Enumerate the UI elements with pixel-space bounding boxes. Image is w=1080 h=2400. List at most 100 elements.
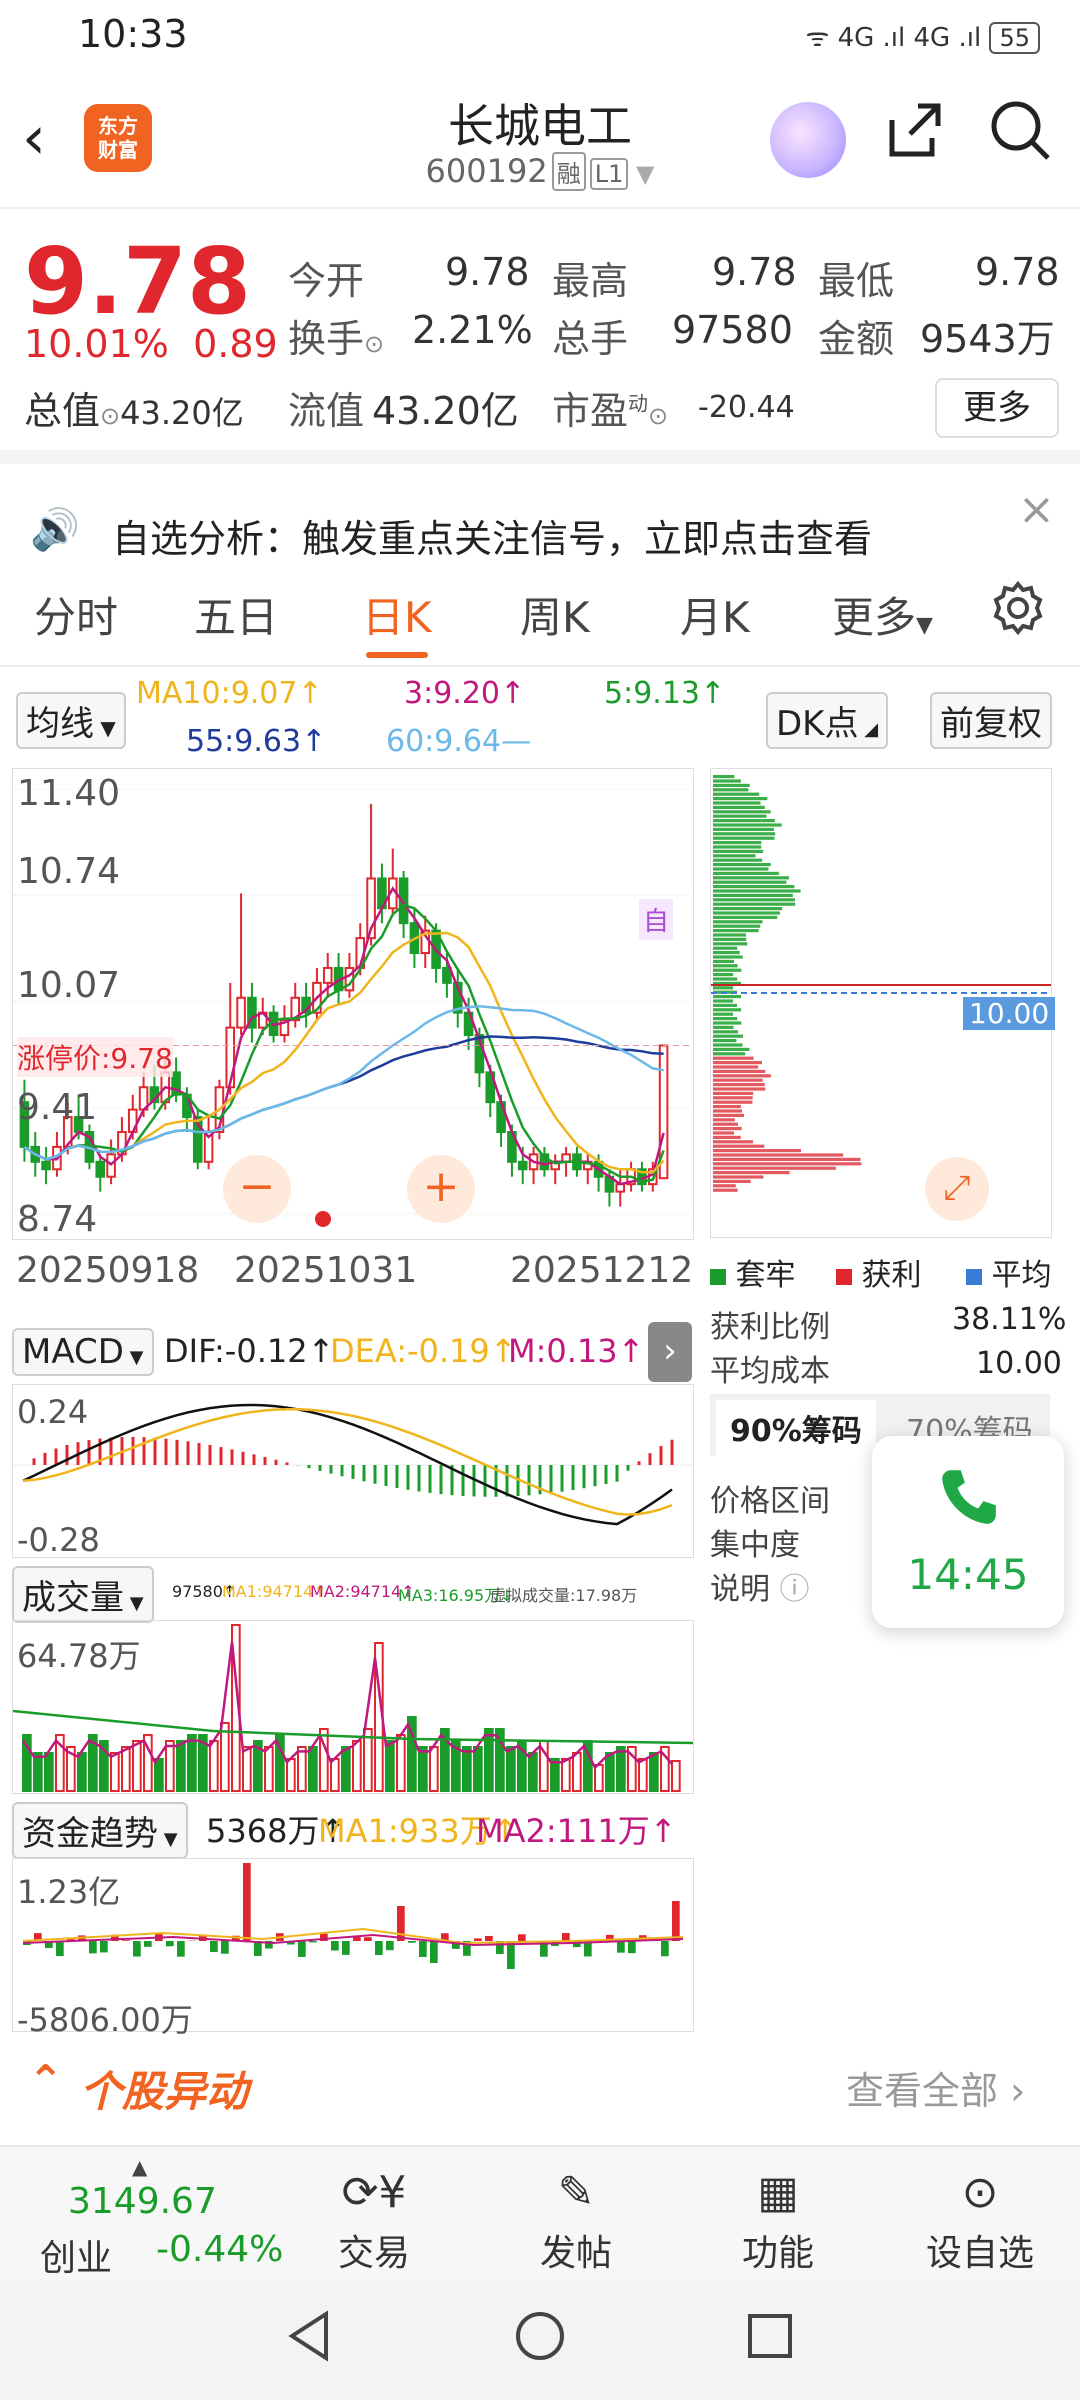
grid-icon: ▦	[757, 2167, 799, 2218]
fund-bar	[331, 1941, 339, 1951]
volume-bar	[528, 1752, 538, 1792]
chip-bar	[713, 845, 762, 849]
chip-bar	[713, 1179, 751, 1183]
chevron-up-icon[interactable]: ⌃	[28, 2056, 63, 2105]
fund-top-label: 1.23亿	[17, 1873, 121, 1911]
legend-avg-text: 平均	[991, 1258, 1052, 1293]
macd-chip-label: MACD	[22, 1332, 124, 1372]
trade-icon: ⟳¥	[341, 2167, 407, 2218]
total-cap-label: 总值	[24, 389, 101, 433]
chip-bar	[713, 1096, 753, 1100]
expand-icon[interactable]: ⤢	[925, 1157, 989, 1221]
search-icon[interactable]	[988, 98, 1052, 177]
tab-monthly-k[interactable]: 月K	[680, 584, 750, 645]
robot-icon[interactable]	[770, 102, 846, 178]
chip-bar	[713, 1144, 765, 1148]
macd-selector[interactable]: MACD ▼	[12, 1328, 154, 1376]
call-float-window[interactable]: 14:45	[872, 1436, 1064, 1628]
notice-text: 自选分析：触发重点关注信号，立即点击查看	[112, 517, 873, 561]
chip-bar	[713, 1153, 844, 1157]
chip-bar	[713, 1034, 743, 1038]
fund-bar	[56, 1941, 64, 1957]
chip-bar	[713, 1171, 790, 1175]
volume-bar	[352, 1740, 362, 1792]
tab-daily-k[interactable]: 日K	[362, 584, 432, 645]
chip-bar	[713, 951, 740, 955]
share-icon[interactable]	[882, 98, 946, 177]
legend-swatch	[836, 1269, 852, 1285]
legend-trapped-text: 套牢	[735, 1258, 796, 1293]
recents-square-icon[interactable]	[742, 2308, 798, 2368]
y-tick-label: 11.40	[17, 773, 121, 814]
chip-bar	[713, 1149, 801, 1153]
ma-selector[interactable]: 均线 ▼	[16, 692, 126, 749]
candle-body	[236, 996, 246, 1029]
fund-chart[interactable]: 1.23亿 -5806.00万	[12, 1858, 694, 2039]
nav-function[interactable]: ▦ 功能	[718, 2167, 838, 2276]
volume-top-label: 64.78万	[17, 1637, 141, 1675]
info-icon: ⊙	[648, 402, 669, 430]
status-bar: 10:33 ᯤ 4G .ıl 4G .ıl 55	[0, 0, 1080, 72]
tab-chip-90[interactable]: 90%筹码	[716, 1400, 876, 1456]
chip-bar	[713, 1122, 738, 1126]
tab-intraday[interactable]: 分时	[34, 584, 118, 645]
nav-trade[interactable]: ⟳¥ 交易	[314, 2167, 434, 2276]
chip-bar	[713, 1083, 765, 1087]
call-duration: 14:45	[907, 1550, 1029, 1599]
price-range-label: 价格区间	[710, 1484, 830, 1519]
macd-bottom-label: -0.28	[17, 1521, 100, 1559]
close-icon[interactable]: ×	[1018, 484, 1055, 535]
volume-chart[interactable]: 64.78万	[12, 1620, 694, 1794]
fund-bar	[672, 1901, 680, 1941]
candle-body	[517, 1160, 528, 1171]
tab-weekly-k[interactable]: 周K	[520, 584, 590, 645]
dk-point-button[interactable]: DK点 ◢	[766, 692, 889, 749]
adjust-button[interactable]: 前复权	[930, 692, 1052, 749]
nav-post[interactable]: ✎ 发帖	[516, 2167, 636, 2276]
chip-distribution-chart[interactable]: 10.00 ⤢	[710, 768, 1056, 1238]
fund-bottom-label: -5806.00万	[17, 2001, 193, 2039]
chip-bar	[713, 1087, 766, 1091]
m-text: M:0.13↑	[508, 1332, 645, 1370]
dropdown-icon: ◢	[858, 719, 879, 740]
chip-bar	[713, 1008, 742, 1012]
ma3-text: 3:9.20↑	[404, 676, 526, 711]
view-all-link[interactable]: 查看全部 ›	[846, 2060, 1025, 2115]
zoom-in-button[interactable]: +	[407, 1155, 475, 1223]
stock-alert-section[interactable]: ⌃ 个股异动 查看全部 ›	[0, 2040, 1080, 2130]
fund-selector[interactable]: 资金趋势 ▼	[12, 1802, 188, 1859]
notice-bar[interactable]: 🔊 自选分析：触发重点关注信号，立即点击查看 ×	[0, 470, 1080, 561]
more-button[interactable]: 更多	[935, 378, 1059, 438]
nav-favorite[interactable]: ⊙ 设自选	[920, 2167, 1040, 2276]
macd-chart[interactable]: 0.24 -0.28	[12, 1384, 694, 1559]
gear-icon[interactable]	[990, 580, 1046, 640]
chip-bar	[713, 1025, 734, 1029]
kline-chart[interactable]: 11.40 10.74 10.07 9.41 8.74 涨停价:9.78 自 −…	[12, 768, 694, 1240]
dropdown-icon: ▼	[916, 613, 933, 638]
volume-selector[interactable]: 成交量 ▼	[12, 1566, 154, 1623]
fund-bar	[177, 1941, 185, 1957]
dropdown-icon: ▼	[158, 1829, 178, 1850]
home-circle-icon[interactable]	[512, 2308, 568, 2368]
amount-value: 9543万	[920, 317, 1055, 361]
chip-bar	[713, 999, 734, 1003]
chip-bar	[713, 1127, 742, 1131]
tab-five-day[interactable]: 五日	[194, 584, 278, 645]
tab-indicator	[366, 652, 428, 658]
zoom-out-button[interactable]: −	[223, 1155, 291, 1223]
float-cap-label: 流值	[288, 389, 365, 433]
index-ticker[interactable]: ▲ 3149.67 创业 -0.44%	[20, 2155, 290, 2279]
tab-more[interactable]: 更多▼	[832, 584, 933, 645]
chip-bar	[713, 1061, 763, 1065]
chevron-right-icon[interactable]: ›	[648, 1322, 692, 1382]
chip-bar	[713, 924, 761, 928]
info-icon[interactable]: ⓘ	[780, 1572, 810, 1607]
auto-badge[interactable]: 自	[639, 899, 674, 940]
chip-bar	[713, 1012, 734, 1016]
dk-label: DK点	[776, 704, 859, 744]
dea-text: DEA:-0.19↑	[330, 1332, 517, 1370]
back-triangle-icon[interactable]	[282, 2308, 338, 2368]
chip-bar	[713, 1131, 735, 1135]
chip-bar	[713, 1039, 737, 1043]
current-price: 9.78	[24, 228, 251, 335]
